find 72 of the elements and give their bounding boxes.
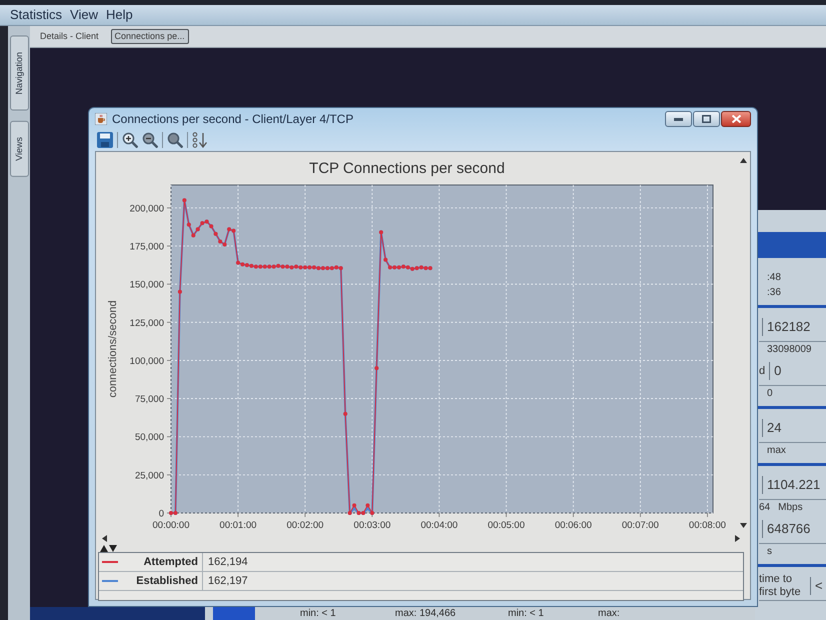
stat-text: max: (598, 608, 620, 620)
note-text: 64 (759, 502, 770, 514)
point (366, 503, 370, 508)
side-tab[interactable]: Navigation (10, 36, 28, 111)
axis-tick-label: 00:08:00 (688, 520, 726, 531)
save-icon[interactable] (97, 132, 113, 148)
minimize-icon (674, 118, 683, 120)
axis-tick-label: 00:00:00 (152, 520, 190, 531)
side-tab[interactable]: Views (10, 120, 28, 176)
field-value: 24 (762, 419, 782, 437)
menu-item[interactable]: Help (106, 7, 133, 23)
magnifier-icon[interactable] (167, 132, 183, 148)
axis-tick-label: 0 (158, 508, 164, 520)
stat-text: max: 194,466 (395, 608, 457, 620)
document-tab[interactable]: Connections pe... (110, 29, 189, 44)
note-text: max (766, 444, 786, 456)
split-arrows-icon[interactable] (100, 544, 117, 552)
legend-label: Attempted (142, 556, 199, 568)
close-icon (732, 115, 740, 123)
legend-value: 162,197 (207, 574, 248, 588)
note-text: :48 (766, 272, 781, 284)
legend-label: Established (135, 574, 199, 588)
zoom-out-icon[interactable] (142, 132, 158, 148)
axis-tick-label: 75,000 (134, 394, 164, 406)
field-value: 648766 (762, 520, 810, 538)
axis-tick-label: 00:02:00 (286, 520, 324, 531)
dots-down-arrow-icon[interactable] (192, 132, 208, 148)
field-label: d (759, 364, 766, 378)
field-value: 0 (769, 362, 782, 380)
axis-tick-label: 00:03:00 (354, 520, 391, 531)
axis-tick-label: 00:01:00 (220, 520, 257, 531)
scroll-up-arrow-icon[interactable] (740, 158, 746, 163)
scroll-right-arrow-icon[interactable] (735, 534, 740, 542)
scroll-down-arrow-icon[interactable] (740, 523, 746, 528)
close-button[interactable] (721, 111, 751, 127)
field-value: < (810, 577, 823, 595)
field-label: time to first byte (759, 573, 802, 599)
window-title: Connections per second - Client/Layer 4/TCP (112, 112, 354, 126)
menu-item[interactable]: Statistics (10, 7, 62, 23)
point (352, 503, 356, 508)
legend-value: 162,194 (207, 556, 248, 568)
axis-tick-label: 175,000 (130, 242, 164, 253)
note-text: s (766, 546, 772, 558)
field-value: 162182 (762, 318, 810, 336)
axis-tick-label: 200,000 (130, 203, 164, 214)
axis-tick-label: 00:06:00 (554, 520, 592, 531)
axis-title: connections/second (107, 300, 119, 398)
note-text: Mbps (778, 502, 803, 514)
maximize-icon (702, 115, 711, 123)
field-value: 1104.221 (762, 476, 820, 494)
axis-tick-label: 150,000 (130, 280, 164, 291)
cup-icon (95, 112, 107, 124)
minimize-button[interactable] (665, 111, 692, 127)
maximize-button[interactable] (693, 111, 720, 127)
document-tab[interactable]: Details - Client (36, 29, 103, 44)
stat-text: min: < 1 (300, 608, 337, 620)
note-text: :36 (766, 286, 781, 298)
note-text: 0 (766, 388, 773, 400)
scroll-left-arrow-icon[interactable] (102, 534, 107, 542)
note-text: 33098009 (766, 344, 812, 356)
axis-tick-label: 50,000 (134, 432, 164, 444)
menu-item[interactable]: View (70, 7, 98, 23)
axis-tick-label: 100,000 (130, 356, 164, 367)
axis-tick-label: 125,000 (130, 318, 164, 329)
axis-tick-label: 00:07:00 (622, 520, 659, 531)
chart-title: TCP Connections per second (309, 160, 505, 177)
stat-text: min: < 1 (508, 608, 545, 620)
axis-tick-label: 00:04:00 (420, 520, 458, 531)
bar-segment (213, 607, 255, 620)
axis-tick-label: 00:05:00 (488, 520, 525, 531)
zoom-in-icon[interactable] (122, 132, 138, 148)
axis-tick-label: 25,000 (134, 470, 164, 482)
